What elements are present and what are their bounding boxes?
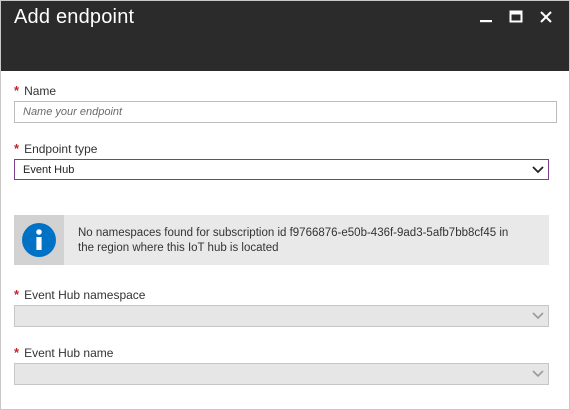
required-marker: * [14,287,20,302]
event-hub-name-label: * Event Hub name [14,345,113,360]
info-text-line-2: the region where this IoT hub is located [78,242,279,254]
name-label-text: Name [24,84,57,98]
info-message: No namespaces found for subscription id … [14,215,549,265]
event-hub-name-label-text: Event Hub name [24,346,114,360]
required-marker: * [14,345,20,360]
info-icon [22,223,56,257]
name-input[interactable] [14,101,557,123]
event-hub-namespace-dropdown[interactable] [14,305,549,327]
endpoint-type-dropdown[interactable]: Event Hub [14,159,549,180]
info-text-line-1: No namespaces found for subscription id … [78,227,509,239]
required-marker: * [14,83,20,98]
blade-title: Add endpoint [14,6,135,28]
info-icon-cell [14,215,64,265]
chevron-down-icon [528,307,548,326]
required-marker: * [14,141,20,156]
endpoint-type-value: Event Hub [23,163,75,176]
close-button[interactable] [531,7,561,27]
add-endpoint-blade: Add endpoint * Name Name your endpoint *… [0,0,570,410]
close-icon [540,11,552,23]
event-hub-namespace-label: * Event Hub namespace [14,287,145,302]
window-controls [471,7,561,27]
event-hub-namespace-label-text: Event Hub namespace [24,288,146,302]
name-label: * Name [14,83,56,98]
minimize-button[interactable] [471,7,501,27]
maximize-button[interactable] [501,7,531,27]
chevron-down-icon [528,365,548,384]
endpoint-type-label: * Endpoint type [14,141,97,156]
endpoint-type-label-text: Endpoint type [24,142,98,156]
info-text: No namespaces found for subscription id … [64,215,518,265]
event-hub-name-dropdown[interactable] [14,363,549,385]
title-bar: Add endpoint [1,1,569,71]
maximize-icon [509,10,523,23]
minimize-icon [480,20,492,23]
chevron-down-icon [528,160,548,179]
